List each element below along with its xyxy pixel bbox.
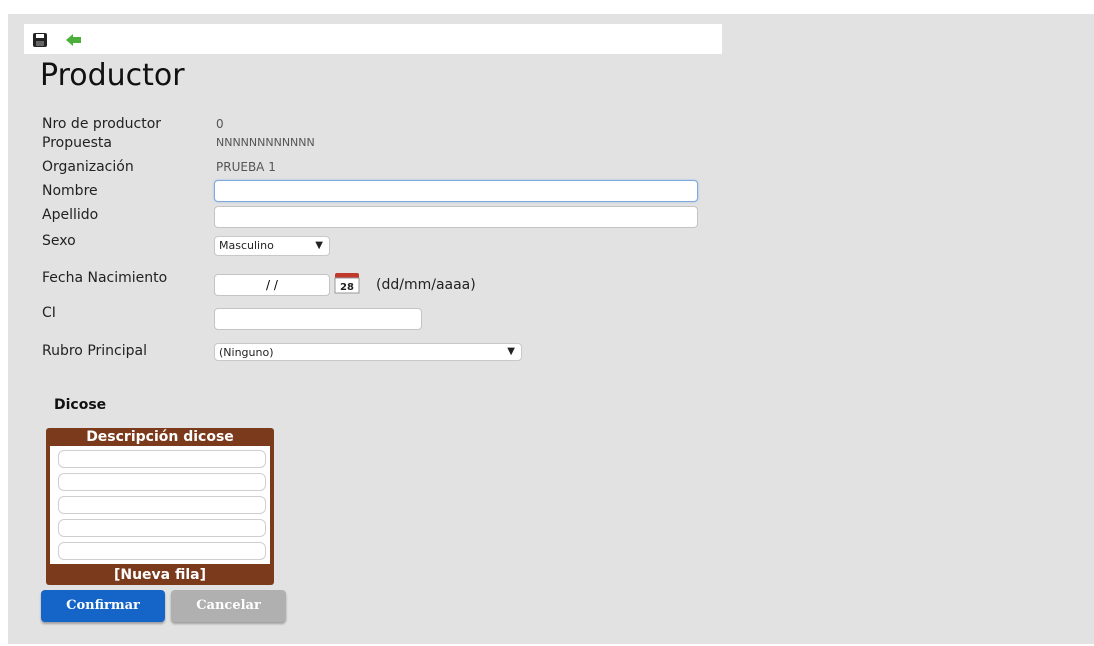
ci-label: CI	[42, 305, 56, 321]
dicose-row-input[interactable]	[58, 450, 266, 468]
nro-productor-value: 0	[216, 117, 224, 131]
apellido-label: Apellido	[42, 207, 99, 223]
chevron-down-icon: ▼	[507, 346, 515, 357]
organizacion-label: Organización	[42, 159, 134, 175]
confirm-button[interactable]: Confirmar	[41, 590, 165, 622]
cancel-button[interactable]: Cancelar	[171, 590, 286, 622]
calendar-icon[interactable]: 28	[334, 272, 360, 294]
fecha-nacimiento-label: Fecha Nacimiento	[42, 270, 168, 286]
propuesta-value: NNNNNNNNNNNN	[216, 136, 315, 149]
fecha-nacimiento-input[interactable]: / /	[214, 274, 330, 296]
ci-input[interactable]	[214, 308, 422, 330]
toolbar	[24, 24, 722, 54]
organizacion-value: PRUEBA 1	[216, 160, 276, 174]
sexo-select[interactable]: Masculino ▼	[214, 236, 330, 256]
dicose-row-input[interactable]	[58, 473, 266, 491]
page-title: Productor	[40, 58, 185, 93]
fecha-format-hint: (dd/mm/aaaa)	[376, 277, 476, 293]
dicose-row-input[interactable]	[58, 542, 266, 560]
propuesta-label: Propuesta	[42, 135, 112, 151]
dicose-row-input[interactable]	[58, 496, 266, 514]
apellido-input[interactable]	[214, 206, 698, 228]
new-row-link[interactable]: [Nueva fila]	[46, 565, 274, 585]
nombre-input[interactable]	[214, 180, 698, 202]
dicose-grid-body	[50, 446, 270, 564]
rubro-principal-select[interactable]: (Ninguno) ▼	[214, 343, 522, 361]
dicose-row-input[interactable]	[58, 519, 266, 537]
dicose-grid: Descripción dicose [Nueva fila]	[46, 428, 274, 585]
nombre-label: Nombre	[42, 183, 98, 199]
rubro-principal-label: Rubro Principal	[42, 343, 147, 359]
sexo-selected-value: Masculino	[219, 239, 274, 252]
calendar-day-text: 28	[340, 282, 354, 293]
fecha-nacimiento-value: / /	[266, 278, 278, 292]
dicose-column-header: Descripción dicose	[86, 429, 234, 445]
sexo-label: Sexo	[42, 233, 76, 249]
dicose-section-title: Dicose	[54, 397, 107, 413]
floppy-disk-icon[interactable]	[33, 32, 49, 47]
back-arrow-icon[interactable]	[66, 32, 82, 46]
nro-productor-label: Nro de productor	[42, 116, 162, 132]
chevron-down-icon: ▼	[315, 240, 323, 251]
rubro-selected-value: (Ninguno)	[219, 346, 274, 359]
